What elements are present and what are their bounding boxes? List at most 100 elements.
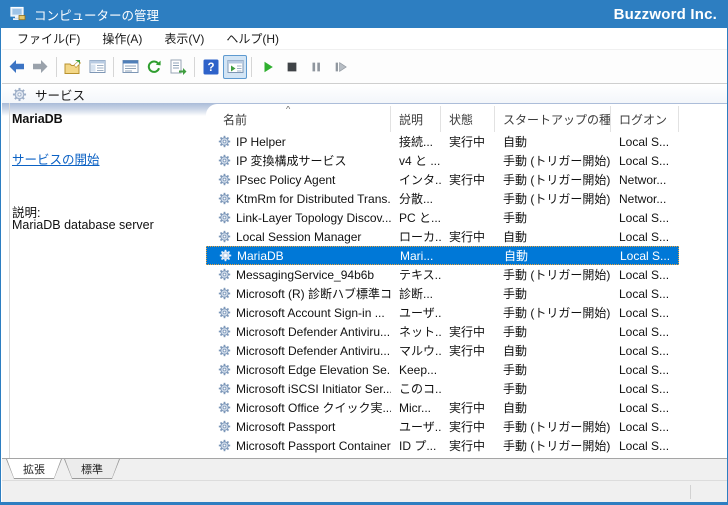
service-row[interactable]: Microsoft Office クイック実... Micr... 実行中 自動 Loc…: [206, 398, 679, 417]
action-pane-button[interactable]: [223, 54, 247, 79]
service-row[interactable]: Microsoft Defender Antiviru... マルウ... 実行中 自…: [206, 341, 679, 360]
service-row[interactable]: IP Helper 接続... 実行中 自動 Local S...: [206, 132, 679, 151]
service-gear-icon: [218, 135, 231, 148]
service-row[interactable]: Microsoft Account Sign-in ... ユーザ... 手動 (ト…: [206, 303, 679, 322]
service-gear-icon: [218, 230, 231, 243]
service-row[interactable]: Microsoft Passport Container ID プ... 実行中 手動…: [206, 436, 679, 455]
up-folder-button[interactable]: [61, 55, 85, 79]
service-desc: ネット...: [399, 325, 441, 339]
service-name: Microsoft Defender Antiviru...: [236, 343, 391, 358]
service-desc: 接続...: [399, 135, 434, 149]
service-row[interactable]: Microsoft Edge Elevation Se... Keep... 手動 L…: [206, 360, 679, 379]
properties-button[interactable]: [118, 55, 142, 79]
menu-help[interactable]: ヘルプ(H): [215, 28, 290, 49]
service-name: IPsec Policy Agent: [236, 172, 336, 187]
service-row[interactable]: Microsoft iSCSI Initiator Ser... このコ... 手動…: [206, 379, 679, 398]
service-row[interactable]: Local Session Manager ローカ... 実行中 自動 Local S.…: [206, 227, 679, 246]
service-desc: Micr...: [399, 400, 431, 415]
statusbar-divider: [690, 485, 691, 499]
service-name: MessagingService_94b6b: [236, 267, 375, 282]
menu-action[interactable]: 操作(A): [91, 28, 153, 49]
service-desc: ID プ...: [399, 439, 437, 453]
service-name-cell: Microsoft Edge Elevation Se...: [206, 363, 391, 377]
help-button[interactable]: ?: [199, 55, 223, 79]
service-logon-as: Local S...: [619, 343, 670, 358]
service-row[interactable]: Microsoft Passport ユーザ... 実行中 手動 (トリガー開始) Lo…: [206, 417, 679, 436]
column-header-name[interactable]: 名前 ^: [206, 106, 391, 132]
start-service-link[interactable]: サービスの開始: [12, 149, 100, 168]
service-startup-type: 手動: [503, 363, 528, 377]
service-gear-icon: [218, 439, 231, 452]
service-startup-type: 手動 (トリガー開始): [503, 268, 611, 282]
start-service-button[interactable]: [256, 55, 280, 79]
service-status: 実行中: [449, 173, 486, 187]
toolbar-separator: [251, 56, 252, 77]
service-row[interactable]: IPsec Policy Agent インタ... 実行中 手動 (トリガー開始) Ne…: [206, 170, 679, 189]
column-header-desc[interactable]: 説明: [391, 106, 441, 132]
selected-service-name: MariaDB: [12, 112, 63, 126]
service-logon-as: Networ...: [619, 172, 667, 187]
tab-extended[interactable]: 拡張: [6, 459, 62, 479]
service-gear-icon: [218, 344, 231, 357]
service-logon-as: Local S...: [619, 400, 670, 415]
service-row[interactable]: KtmRm for Distributed Trans... 分散... 手動 (ト…: [206, 189, 679, 208]
service-name-cell: Microsoft (R) 診断ハブ標準コ...: [206, 285, 391, 302]
service-name: IP 変換構成サービス: [236, 154, 347, 168]
service-logon-as: Local S...: [619, 324, 670, 339]
service-row[interactable]: MessagingService_94b6b テキス... 手動 (トリガー開始) L…: [206, 265, 679, 284]
service-name: Microsoft Passport: [236, 419, 336, 434]
service-status: 実行中: [449, 420, 486, 434]
service-row[interactable]: Microsoft (R) 診断ハブ標準コ... 診断... 手動 Local S..…: [206, 284, 679, 303]
service-logon-as: Local S...: [619, 229, 670, 244]
tab-standard[interactable]: 標準: [64, 459, 120, 479]
service-logon-as: Networ...: [619, 191, 667, 206]
service-startup-type: 手動: [503, 325, 528, 339]
service-desc: マルウ...: [399, 344, 441, 358]
service-name-cell: IP 変換構成サービス: [206, 152, 391, 169]
forward-button[interactable]: [28, 55, 52, 79]
column-header-logon[interactable]: ログオン: [611, 106, 679, 132]
column-header-status[interactable]: 状態: [441, 106, 495, 132]
service-logon-as: Local S...: [619, 305, 670, 320]
computer-management-window: コンピューターの管理 Buzzword Inc. ファイル(F) 操作(A) 表示(…: [0, 0, 728, 505]
menu-view[interactable]: 表示(V): [153, 28, 215, 49]
menu-file[interactable]: ファイル(F): [6, 28, 91, 49]
services-extended-view: MariaDB サービスの開始 説明: MariaDB database ser…: [2, 103, 727, 458]
service-startup-type: 自動: [503, 230, 528, 244]
column-header-startup[interactable]: スタートアップの種類: [495, 106, 611, 132]
export-list-button[interactable]: [166, 55, 190, 79]
list-rows: IP Helper 接続... 実行中 自動 Local S... IP 変換構成サービス…: [206, 132, 679, 455]
service-name-cell: Link-Layer Topology Discov...: [206, 211, 391, 225]
service-status: 実行中: [449, 325, 486, 339]
service-desc: テキス...: [399, 268, 441, 282]
service-desc: インタ...: [399, 173, 441, 187]
service-startup-type: 手動: [503, 382, 528, 396]
resume-service-button[interactable]: [328, 55, 352, 79]
service-name-cell: KtmRm for Distributed Trans...: [206, 192, 391, 206]
service-name: Microsoft iSCSI Initiator Ser...: [236, 381, 391, 396]
service-name-cell: Microsoft Passport Container: [206, 439, 391, 453]
service-logon-as: Local S...: [620, 248, 671, 263]
resume-service-icon: [333, 60, 348, 74]
service-startup-type: 自動: [504, 249, 529, 263]
service-row-selected[interactable]: MariaDB Mari... 自動 Local S...: [206, 246, 679, 265]
service-gear-icon: [219, 249, 232, 262]
stop-service-button[interactable]: [280, 55, 304, 79]
console-tree-button[interactable]: [85, 55, 109, 79]
help-icon: ?: [203, 59, 219, 75]
service-row[interactable]: IP 変換構成サービス v4 と ... 手動 (トリガー開始) Local S...: [206, 151, 679, 170]
export-list-icon: [170, 59, 187, 75]
service-desc: このコ...: [399, 382, 441, 396]
service-startup-type: 手動 (トリガー開始): [503, 173, 611, 187]
back-button[interactable]: [4, 55, 28, 79]
service-desc: 診断...: [399, 287, 434, 301]
service-status: 実行中: [449, 344, 486, 358]
service-name: Microsoft Edge Elevation Se...: [236, 362, 391, 377]
service-logon-as: Local S...: [619, 153, 670, 168]
service-startup-type: 手動 (トリガー開始): [503, 306, 611, 320]
service-row[interactable]: Link-Layer Topology Discov... PC と... 手動 Lo…: [206, 208, 679, 227]
service-startup-type: 自動: [503, 344, 528, 358]
service-row[interactable]: Microsoft Defender Antiviru... ネット... 実行中 手…: [206, 322, 679, 341]
pause-service-button[interactable]: [304, 55, 328, 79]
refresh-button[interactable]: [142, 55, 166, 79]
